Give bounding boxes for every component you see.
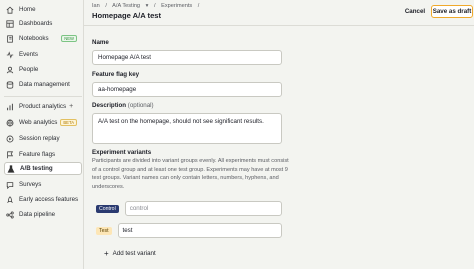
flask-icon xyxy=(6,164,16,174)
add-test-variant-button[interactable]: + Add test variant xyxy=(92,245,282,261)
test-tag: Test xyxy=(96,226,112,235)
breadcrumb-separator: / xyxy=(105,3,107,9)
sidebar-item-feature-flags[interactable]: Feature flags xyxy=(4,148,82,161)
sidebar-item-data-management[interactable]: Data management xyxy=(4,78,82,91)
rocket-icon xyxy=(5,195,15,205)
page-title: Homepage A/A test xyxy=(92,11,162,20)
sidebar-item-web-analytics[interactable]: Web analytics BETA xyxy=(4,116,82,129)
new-badge: NEW xyxy=(61,35,77,42)
sidebar-item-product-analytics[interactable]: Product analytics + xyxy=(4,100,82,113)
sidebar-item-label: A/B testing xyxy=(20,165,53,172)
sidebar-item-data-pipeline[interactable]: Data pipeline xyxy=(4,208,82,221)
sidebar-item-surveys[interactable]: Surveys xyxy=(4,178,82,191)
name-input[interactable]: Homepage A/A test xyxy=(92,50,282,65)
add-insight-button[interactable]: + xyxy=(69,103,73,110)
sidebar-item-label: Data management xyxy=(19,81,70,88)
breadcrumb: Ian / A/A Testing ▾ / Experiments / xyxy=(92,3,203,9)
sidebar-item-label: Surveys xyxy=(19,181,42,188)
events-icon xyxy=(5,50,15,60)
sidebar: Home Dashboards Notebooks NEW Events Peo… xyxy=(0,0,84,269)
save-draft-button[interactable]: Save as draft xyxy=(431,5,473,18)
sidebar-item-dashboards[interactable]: Dashboards xyxy=(4,17,82,30)
breadcrumb-separator: / xyxy=(197,3,200,9)
header-divider xyxy=(84,25,474,26)
dashboard-icon xyxy=(5,19,15,29)
sidebar-item-label: People xyxy=(19,66,39,73)
sidebar-item-label: Product analytics xyxy=(19,103,67,110)
sidebar-item-home[interactable]: Home xyxy=(4,3,82,16)
sidebar-item-early-access[interactable]: Early access features xyxy=(4,193,82,206)
beta-badge: BETA xyxy=(60,119,77,126)
sidebar-item-label: Session replay xyxy=(19,135,60,142)
plus-icon: + xyxy=(104,248,109,258)
add-test-variant-label: Add test variant xyxy=(112,249,156,257)
breadcrumb-separator: / xyxy=(153,3,156,9)
variants-help-text: Participants are divided into variant gr… xyxy=(92,158,289,190)
sidebar-item-people[interactable]: People xyxy=(4,63,82,76)
feature-flag-key-label: Feature flag key xyxy=(92,71,140,78)
sidebar-item-label: Dashboards xyxy=(19,20,53,27)
breadcrumb-org[interactable]: Ian xyxy=(92,3,100,9)
notebook-icon xyxy=(5,34,15,44)
breadcrumb-experiments[interactable]: Experiments xyxy=(161,3,192,9)
flag-icon xyxy=(5,150,15,160)
home-icon xyxy=(5,5,15,15)
sidebar-item-label: Data pipeline xyxy=(19,211,56,218)
sidebar-item-label: Web analytics xyxy=(19,119,58,126)
optional-hint: (optional) xyxy=(127,102,154,109)
breadcrumb-project[interactable]: A/A Testing xyxy=(112,3,140,9)
sidebar-item-label: Early access features xyxy=(19,196,79,203)
cancel-button[interactable]: Cancel xyxy=(401,5,429,18)
experiment-variants-label: Experiment variants xyxy=(92,149,152,156)
replay-icon xyxy=(5,134,15,144)
sidebar-divider xyxy=(4,96,82,97)
breadcrumb-project-chevron[interactable]: ▾ xyxy=(146,3,149,9)
sidebar-item-label: Notebooks xyxy=(19,35,49,42)
database-icon xyxy=(5,80,15,90)
sidebar-item-session-replay[interactable]: Session replay xyxy=(4,132,82,145)
sidebar-item-ab-testing[interactable]: A/B testing xyxy=(4,162,82,175)
topbar: Ian / A/A Testing ▾ / Experiments / Home… xyxy=(84,0,474,25)
main-content: Ian / A/A Testing ▾ / Experiments / Home… xyxy=(84,0,474,269)
sidebar-item-events[interactable]: Events xyxy=(4,48,82,61)
people-icon xyxy=(5,65,15,75)
sidebar-item-label: Home xyxy=(19,6,36,13)
control-tag: Control xyxy=(96,204,119,213)
sidebar-item-notebooks[interactable]: Notebooks NEW xyxy=(4,32,82,45)
feature-flag-key-input[interactable]: aa-homepage xyxy=(92,82,282,97)
variant-row-control: Control control xyxy=(92,201,282,216)
description-label: Description (optional) xyxy=(92,102,154,109)
variant-row-test: Test test xyxy=(92,223,282,238)
test-variant-input[interactable]: test xyxy=(117,223,282,238)
control-variant-input[interactable]: control xyxy=(124,201,282,216)
sidebar-item-label: Feature flags xyxy=(19,151,56,158)
chart-icon xyxy=(5,102,15,112)
web-analytics-icon xyxy=(5,118,15,128)
sidebar-item-label: Events xyxy=(19,51,38,58)
pipeline-icon xyxy=(5,210,15,220)
name-label: Name xyxy=(92,39,109,46)
description-label-text: Description xyxy=(92,102,127,109)
survey-icon xyxy=(5,180,15,190)
description-textarea[interactable]: A/A test on the homepage, should not see… xyxy=(92,113,282,144)
